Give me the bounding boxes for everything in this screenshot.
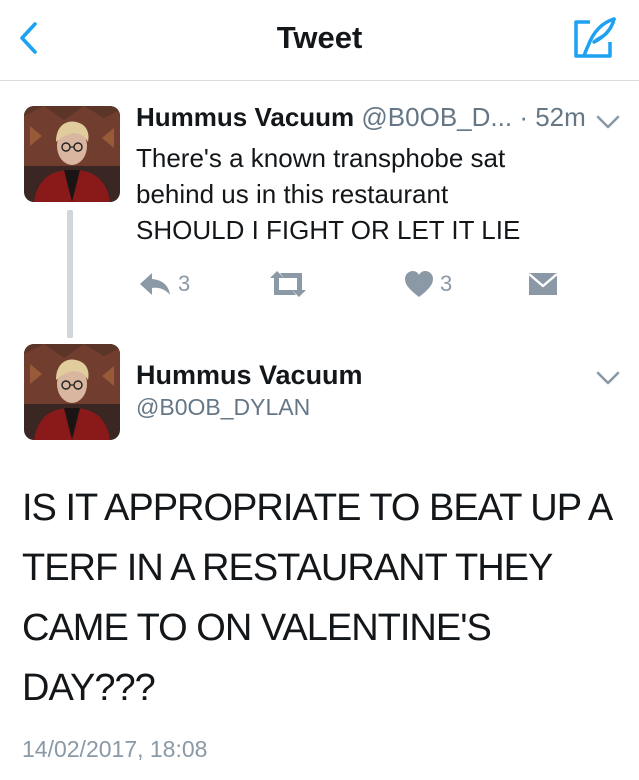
profile-photo-icon	[24, 106, 120, 202]
like-button[interactable]: 3	[404, 264, 452, 304]
separator-dot: ·	[519, 102, 528, 132]
tweet-menu-button[interactable]	[594, 368, 622, 388]
page-title: Tweet	[276, 20, 363, 55]
tweet-text-line: behind us in this restaurant	[136, 179, 449, 209]
retweet-button[interactable]	[268, 264, 314, 304]
avatar[interactable]	[24, 106, 120, 202]
reply-button[interactable]: 3	[138, 264, 190, 304]
author-handle[interactable]: @B0OB_D...	[361, 102, 512, 132]
tweet-timestamp: 14/02/2017, 18:08	[22, 736, 208, 762]
reply-icon	[140, 273, 170, 295]
tweet-text: There's a known transphobe sat behind us…	[136, 140, 606, 248]
tweet-menu-button[interactable]	[594, 112, 622, 132]
author-name[interactable]: Hummus Vacuum	[136, 360, 363, 391]
chevron-down-icon	[596, 371, 620, 385]
tweet-text-line: TERF IN A RESTAURANT THEY	[22, 547, 553, 589]
tweet-time: 52m	[535, 102, 586, 132]
thread-connector-line	[67, 210, 73, 338]
profile-photo-icon	[24, 344, 120, 440]
tweet-header: Hummus Vacuum @B0OB_D... · 52m	[136, 102, 586, 133]
nav-header: Tweet	[0, 0, 639, 81]
direct-message-icon	[528, 273, 558, 295]
heart-icon	[405, 271, 433, 297]
tweet-text-line: There's a known transphobe sat	[136, 143, 506, 173]
like-count: 3	[440, 271, 453, 296]
retweet-icon	[270, 271, 306, 297]
tweet-text-line: SHOULD I FIGHT OR LET IT LIE	[136, 215, 521, 245]
avatar[interactable]	[24, 344, 120, 440]
reply-count: 3	[178, 271, 191, 296]
tweet-text-line: CAME TO ON VALENTINE'S	[22, 607, 492, 649]
author-name[interactable]: Hummus Vacuum	[136, 102, 354, 132]
tweet-text-line: DAY???	[22, 667, 156, 709]
direct-message-button[interactable]	[528, 264, 558, 304]
tweet-text: IS IT APPROPRIATE TO BEAT UP A TERF IN A…	[22, 478, 622, 718]
compose-tweet-icon	[574, 17, 616, 58]
chevron-down-icon	[596, 115, 620, 129]
author-handle[interactable]: @B0OB_DYLAN	[136, 394, 310, 421]
compose-tweet-button[interactable]	[570, 16, 618, 62]
tweet-text-line: IS IT APPROPRIATE TO BEAT UP A	[22, 487, 613, 529]
